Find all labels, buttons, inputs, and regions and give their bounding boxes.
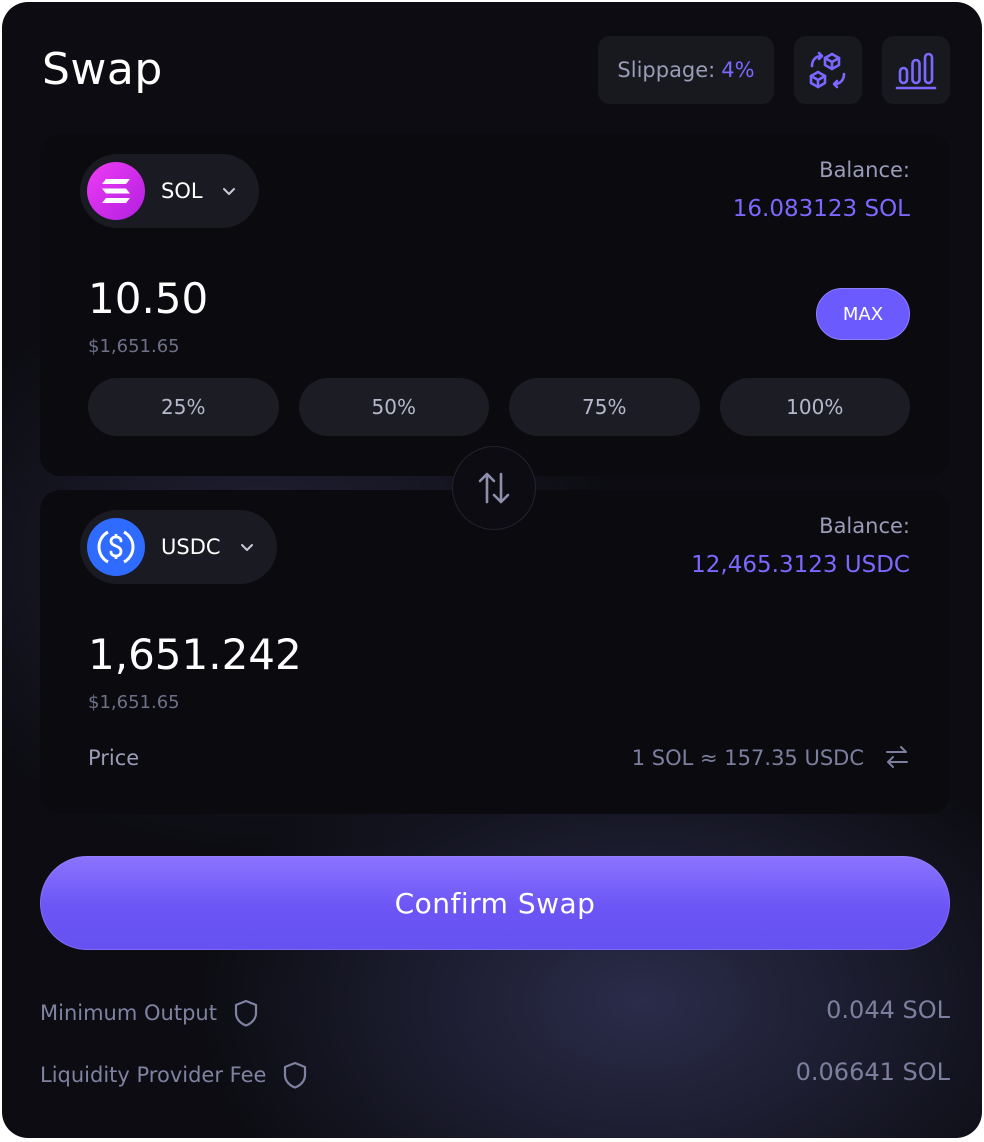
- minimum-output-value: 0.044 SOL: [826, 996, 950, 1024]
- to-token-selector[interactable]: USDC: [80, 510, 277, 584]
- swap-direction-icon[interactable]: [884, 744, 910, 770]
- from-balance-value: 16.083123 SOL: [732, 196, 910, 222]
- to-panel: USDC Balance: 12,465.3123 USDC 1,651.242…: [40, 490, 950, 814]
- shield-icon[interactable]: [233, 998, 259, 1028]
- percent-50-button[interactable]: 50%: [298, 378, 489, 436]
- swap-vertical-icon: [478, 472, 510, 504]
- from-token-selector[interactable]: SOL: [80, 154, 259, 228]
- from-amount-input[interactable]: 10.50: [88, 274, 208, 324]
- swap-card: Swap Slippage: 4% SOL Balance: 16.083123…: [2, 2, 982, 1138]
- bar-chart-icon: [895, 52, 937, 90]
- to-balance-label: Balance:: [819, 514, 910, 538]
- to-balance-value: 12,465.3123 USDC: [691, 552, 910, 578]
- percent-75-button[interactable]: 75%: [509, 378, 700, 436]
- slippage-value: 4%: [721, 58, 755, 82]
- liquidity-fee-label: Liquidity Provider Fee: [40, 1063, 267, 1087]
- price-label: Price: [88, 746, 140, 770]
- from-balance-label: Balance:: [819, 158, 910, 182]
- max-button[interactable]: MAX: [816, 288, 910, 340]
- minimum-output-row: Minimum Output 0.044 SOL: [40, 992, 950, 1032]
- exchange-settings-button[interactable]: [794, 36, 862, 104]
- from-token-name: SOL: [161, 179, 203, 203]
- shield-icon[interactable]: [282, 1060, 308, 1090]
- slippage-label: Slippage:: [617, 58, 716, 82]
- to-usd-value: $1,651.65: [88, 692, 180, 713]
- switch-tokens-button[interactable]: [452, 446, 536, 530]
- percent-buttons: 25% 50% 75% 100%: [88, 378, 910, 436]
- usdc-logo-icon: [87, 518, 145, 576]
- chart-button[interactable]: [882, 36, 950, 104]
- page-title: Swap: [42, 44, 163, 95]
- liquidity-fee-label-group: Liquidity Provider Fee: [40, 1060, 308, 1090]
- chevron-down-icon: [240, 544, 253, 551]
- price-value: 1 SOL ≈ 157.35 USDC: [631, 746, 864, 770]
- from-usd-value: $1,651.65: [88, 336, 180, 357]
- sol-logo-icon: [87, 162, 145, 220]
- liquidity-fee-value: 0.06641 SOL: [795, 1058, 950, 1086]
- liquidity-fee-row: Liquidity Provider Fee 0.06641 SOL: [40, 1054, 950, 1094]
- exchange-cubes-icon: [809, 51, 846, 89]
- minimum-output-label: Minimum Output: [40, 1001, 217, 1025]
- percent-25-button[interactable]: 25%: [88, 378, 279, 436]
- confirm-swap-button[interactable]: Confirm Swap: [40, 856, 950, 950]
- slippage-button[interactable]: Slippage: 4%: [598, 36, 774, 104]
- percent-100-button[interactable]: 100%: [719, 378, 910, 436]
- to-amount-input[interactable]: 1,651.242: [88, 630, 302, 680]
- from-panel: SOL Balance: 16.083123 SOL 10.50 $1,651.…: [40, 134, 950, 476]
- sol-mark-icon: [102, 179, 130, 203]
- chevron-down-icon: [222, 188, 235, 195]
- to-token-name: USDC: [161, 535, 221, 559]
- usdc-mark-icon: [97, 530, 135, 564]
- minimum-output-label-group: Minimum Output: [40, 998, 259, 1028]
